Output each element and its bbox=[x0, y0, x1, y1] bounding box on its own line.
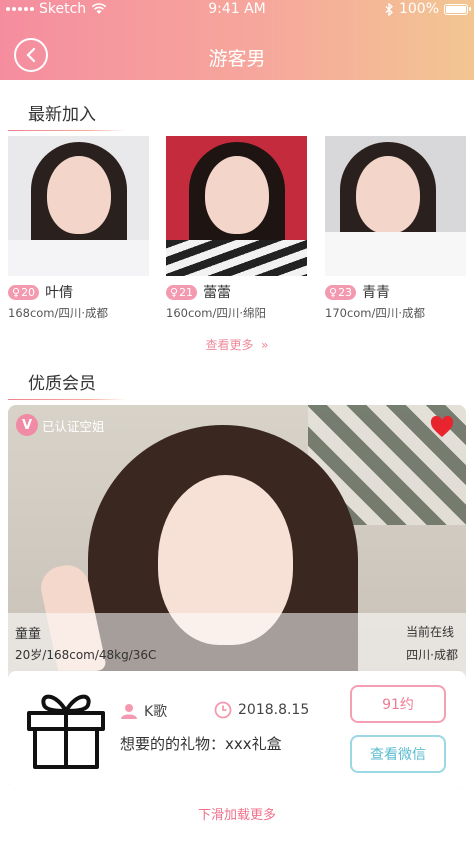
premium-member-location: 四川·成都 bbox=[406, 648, 458, 662]
member-name: 叶倩 bbox=[45, 285, 74, 301]
clock-icon bbox=[214, 701, 232, 719]
verified-v-icon: V bbox=[16, 414, 38, 436]
member-name: 青青 bbox=[362, 285, 391, 301]
female-icon: ♀ bbox=[170, 285, 179, 299]
female-icon: ♀ bbox=[12, 285, 21, 299]
hobby-label: K歌 bbox=[144, 704, 168, 720]
view-more-label: 查看更多 bbox=[205, 338, 254, 352]
gift-icon bbox=[27, 694, 105, 769]
member-card[interactable]: ♀ 21 蕾蕾 160com/四川·绵阳 bbox=[166, 136, 307, 321]
bluetooth-icon bbox=[385, 2, 393, 16]
member-photo[interactable] bbox=[8, 136, 149, 276]
premium-member-card[interactable]: V 已认证空姐 童童 20岁/168com/48kg/36C 当前在线 四川·成… bbox=[8, 405, 466, 789]
battery-info: 100% bbox=[385, 1, 471, 17]
hobby-info: K歌 bbox=[120, 701, 167, 721]
verified-tag: V 已认证空姐 bbox=[16, 414, 105, 436]
premium-member-name: 童童 bbox=[15, 627, 42, 642]
verified-label: 已认证空姐 bbox=[42, 418, 105, 434]
premium-member-info-box: K歌 2018.8.15 想要的的礼物：xxx礼盒 91约 查看微信 bbox=[8, 671, 466, 789]
date-label: 2018.8.15 bbox=[238, 702, 310, 718]
date-info: 2018.8.15 bbox=[214, 701, 309, 719]
online-status: 当前在线 bbox=[405, 625, 454, 639]
member-age: 23 bbox=[338, 285, 353, 299]
member-info-overlay: 童童 20岁/168com/48kg/36C 当前在线 四川·成都 bbox=[8, 613, 466, 671]
female-age-badge: ♀ 23 bbox=[325, 284, 357, 300]
member-card[interactable]: ♀ 23 青青 170com/四川·成都 bbox=[325, 136, 466, 321]
female-icon: ♀ bbox=[329, 285, 338, 299]
user-icon bbox=[121, 704, 137, 719]
new-members-list: ♀ 20 叶倩 168com/四川·成都 ♀ 21 蕾蕾 160com/四川·绵… bbox=[8, 136, 466, 326]
premium-member-stats: 20岁/168com/48kg/36C bbox=[15, 648, 157, 662]
date-invite-button[interactable]: 91约 bbox=[350, 685, 446, 723]
view-more-link[interactable]: 查看更多 » bbox=[0, 336, 474, 353]
page-title: 游客男 bbox=[208, 48, 266, 70]
load-more-hint[interactable]: 下滑加载更多 bbox=[0, 804, 474, 823]
favorite-heart-icon[interactable] bbox=[430, 415, 454, 442]
gift-wish: 想要的的礼物：xxx礼盒 bbox=[120, 735, 282, 753]
member-photo[interactable] bbox=[325, 136, 466, 276]
app-header: Sketch 9:41 AM 100% 游客男 bbox=[0, 0, 474, 80]
member-details: 170com/四川·成都 bbox=[325, 306, 426, 320]
status-bar: Sketch 9:41 AM 100% bbox=[0, 0, 474, 20]
member-card[interactable]: ♀ 20 叶倩 168com/四川·成都 bbox=[8, 136, 149, 321]
member-photo[interactable] bbox=[166, 136, 307, 276]
premium-members-title: 优质会员 bbox=[8, 369, 126, 400]
double-chevron-right-icon: » bbox=[257, 338, 269, 352]
new-members-title: 最新加入 bbox=[8, 100, 126, 131]
member-age: 20 bbox=[21, 285, 36, 299]
battery-icon bbox=[444, 3, 471, 15]
female-age-badge: ♀ 21 bbox=[166, 284, 198, 300]
member-name: 蕾蕾 bbox=[203, 285, 232, 301]
view-wechat-button[interactable]: 查看微信 bbox=[350, 735, 446, 773]
female-age-badge: ♀ 20 bbox=[8, 284, 40, 300]
member-details: 168com/四川·成都 bbox=[8, 306, 109, 320]
member-age: 21 bbox=[179, 285, 194, 299]
battery-percent: 100% bbox=[398, 1, 439, 17]
member-details: 160com/四川·绵阳 bbox=[166, 306, 267, 320]
